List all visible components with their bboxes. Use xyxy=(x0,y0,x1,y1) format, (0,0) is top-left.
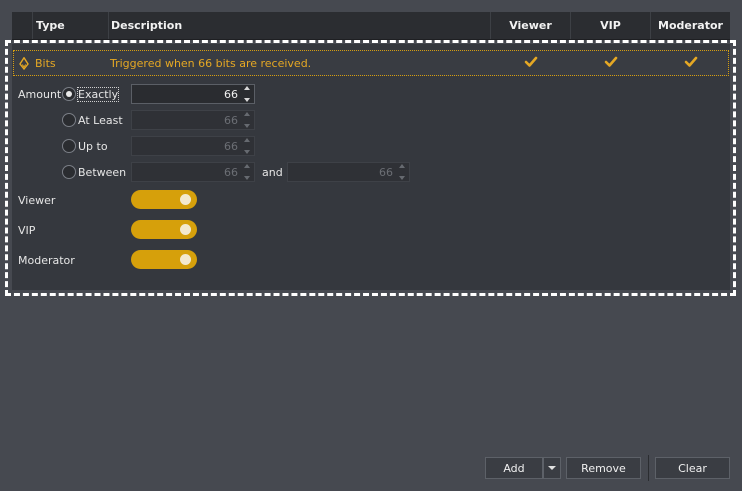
and-label: and xyxy=(262,166,283,179)
between-min-stepper: 66 xyxy=(131,162,255,182)
arrow-up-icon xyxy=(244,138,250,142)
table-row[interactable]: Bits Triggered when 66 bits are received… xyxy=(13,50,729,76)
vip-toggle[interactable] xyxy=(131,220,197,239)
stepper-arrows[interactable] xyxy=(241,86,253,102)
stepper-arrows xyxy=(241,112,253,128)
at-least-amount-stepper: 66 xyxy=(131,110,255,130)
grid-header: Type Description Viewer VIP Moderator xyxy=(12,12,730,40)
arrow-down-icon xyxy=(399,176,405,180)
exactly-amount-stepper[interactable]: 66 xyxy=(131,84,255,104)
radio-exactly[interactable] xyxy=(62,87,76,101)
clear-button[interactable]: Clear xyxy=(655,457,730,479)
vip-toggle-label: VIP xyxy=(18,224,36,237)
column-header-viewer[interactable]: Viewer xyxy=(490,12,570,39)
column-header-moderator[interactable]: Moderator xyxy=(650,12,730,39)
arrow-up-icon xyxy=(244,164,250,168)
radio-label-exactly[interactable]: Exactly xyxy=(76,87,120,102)
between-max-stepper: 66 xyxy=(287,162,410,182)
arrow-down-icon[interactable] xyxy=(244,98,250,102)
arrow-up-icon[interactable] xyxy=(244,86,250,90)
stepper-arrows xyxy=(396,164,408,180)
arrow-down-icon xyxy=(244,124,250,128)
row-type: Bits xyxy=(35,56,56,70)
expand-column-header xyxy=(12,12,32,39)
viewer-check-icon[interactable] xyxy=(524,55,538,69)
remove-button[interactable]: Remove xyxy=(566,457,641,479)
radio-up-to[interactable] xyxy=(62,139,76,153)
arrow-down-icon xyxy=(244,150,250,154)
moderator-toggle[interactable] xyxy=(131,250,197,269)
button-separator xyxy=(648,455,649,481)
radio-between[interactable] xyxy=(62,165,76,179)
radio-label-at-least[interactable]: At Least xyxy=(78,114,123,127)
amount-label: Amount xyxy=(18,88,62,101)
radio-label-up-to[interactable]: Up to xyxy=(78,140,108,153)
column-header-description[interactable]: Description xyxy=(108,12,490,39)
moderator-toggle-label: Moderator xyxy=(18,254,75,267)
add-button[interactable]: Add xyxy=(485,457,543,479)
bits-diamond-icon xyxy=(18,56,30,70)
row-description: Triggered when 66 bits are received. xyxy=(110,56,312,70)
stepper-arrows xyxy=(241,138,253,154)
arrow-up-icon xyxy=(244,112,250,116)
moderator-check-icon[interactable] xyxy=(684,55,698,69)
vip-check-icon[interactable] xyxy=(604,55,618,69)
column-header-vip[interactable]: VIP xyxy=(570,12,650,39)
arrow-up-icon xyxy=(399,164,405,168)
column-header-type[interactable]: Type xyxy=(32,12,108,39)
viewer-toggle[interactable] xyxy=(131,190,197,209)
stepper-arrows xyxy=(241,164,253,180)
radio-label-between[interactable]: Between xyxy=(78,166,126,179)
chevron-down-icon xyxy=(548,466,556,470)
add-dropdown-button[interactable] xyxy=(543,457,561,479)
arrow-down-icon xyxy=(244,176,250,180)
radio-at-least[interactable] xyxy=(62,113,76,127)
viewer-toggle-label: Viewer xyxy=(18,194,56,207)
up-to-amount-stepper: 66 xyxy=(131,136,255,156)
